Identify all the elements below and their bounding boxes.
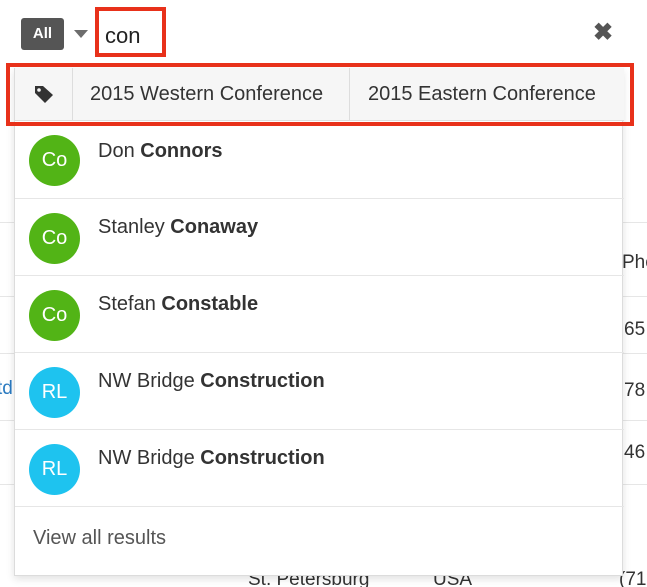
result-name-match: Construction [200, 370, 325, 392]
result-name: Don Connors [98, 140, 222, 163]
caret-down-icon[interactable] [74, 30, 88, 38]
result-name-prefix: NW Bridge [98, 370, 195, 392]
result-name-prefix: Don [98, 140, 135, 162]
tag-chip[interactable]: 2015 Western Conference [90, 68, 323, 121]
divider [72, 68, 73, 121]
result-name-prefix: Stefan [98, 293, 156, 315]
search-result[interactable]: Co Stefan Constable [15, 276, 624, 353]
result-name: Stanley Conaway [98, 216, 258, 239]
divider [349, 68, 350, 121]
search-result[interactable]: Co Stanley Conaway [15, 199, 624, 276]
result-name-match: Conaway [170, 216, 259, 238]
search-result[interactable]: RL NW Bridge Construction [15, 353, 624, 430]
result-name-match: Constable [161, 293, 259, 315]
result-name-match: Construction [200, 447, 325, 469]
global-search-bar: All ✖ [0, 0, 647, 68]
result-name: Stefan Constable [98, 293, 258, 316]
phone-cell: 78 [624, 380, 646, 401]
search-results-dropdown: 2015 Western Conference 2015 Eastern Con… [14, 68, 624, 576]
tag-icon [35, 86, 53, 103]
avatar: Co [29, 290, 80, 341]
tag-chip[interactable]: 2015 Eastern Conference [368, 68, 596, 121]
close-icon[interactable]: ✖ [590, 20, 616, 46]
result-name-prefix: Stanley [98, 216, 165, 238]
search-input[interactable] [105, 18, 165, 54]
phone-cell: 46 [624, 442, 646, 463]
search-result[interactable]: Co Don Connors [15, 122, 624, 199]
result-name: NW Bridge Construction [98, 447, 325, 470]
avatar: RL [29, 367, 80, 418]
result-name: NW Bridge Construction [98, 370, 325, 393]
module-filter-button[interactable]: All [21, 18, 64, 50]
phone-cell: 65 [624, 319, 646, 340]
avatar: Co [29, 213, 80, 264]
tag-suggestions: 2015 Western Conference 2015 Eastern Con… [15, 68, 624, 121]
account-link[interactable]: td [0, 379, 13, 398]
phone-cell: (71 [619, 569, 647, 587]
avatar: Co [29, 135, 80, 186]
view-all-results-link[interactable]: View all results [33, 527, 166, 550]
search-result[interactable]: RL NW Bridge Construction [15, 430, 624, 507]
column-header-phone: Pho [622, 252, 647, 273]
result-name-match: Connors [140, 140, 223, 162]
avatar: RL [29, 444, 80, 495]
result-name-prefix: NW Bridge [98, 447, 195, 469]
